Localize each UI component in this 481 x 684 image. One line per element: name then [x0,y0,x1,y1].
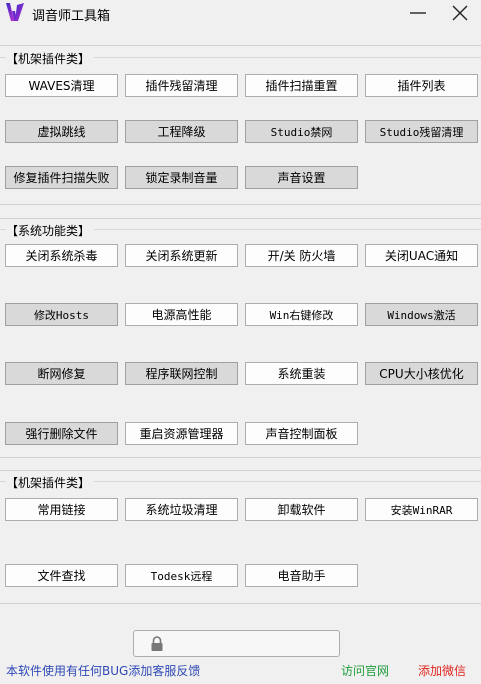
lock-icon [151,636,163,651]
edit-hosts-button[interactable]: 修改Hosts [5,303,118,326]
minimize-button[interactable] [398,0,438,26]
edm-assistant-button[interactable]: 电音助手 [245,564,358,587]
waves-clean-button[interactable]: WAVES清理 [5,74,118,97]
restart-explorer-button[interactable]: 重启资源管理器 [125,422,238,445]
virtual-patch-button[interactable]: 虚拟跳线 [5,120,118,143]
plugin-residue-clean-button[interactable]: 插件残留清理 [125,74,238,97]
file-search-button[interactable]: 文件查找 [5,564,118,587]
group-title-misc: 【机架插件类】 [6,474,95,491]
close-button[interactable] [440,0,480,26]
common-links-button[interactable]: 常用链接 [5,498,118,521]
app-logo-icon [6,3,24,21]
power-high-performance-button[interactable]: 电源高性能 [125,303,238,326]
studio-block-network-button[interactable]: Studio禁网 [245,120,358,143]
system-reinstall-button[interactable]: 系统重装 [245,362,358,385]
title-bar: 调音师工具箱 [0,0,481,28]
cpu-core-optimize-button[interactable]: CPU大小核优化 [365,362,478,385]
group-title-rack-plugins: 【机架插件类】 [6,50,95,67]
todesk-remote-button[interactable]: Todesk远程 [125,564,238,587]
lock-record-volume-button[interactable]: 锁定录制音量 [125,166,238,189]
windows-activate-button[interactable]: Windows激活 [365,303,478,326]
studio-residue-clean-button[interactable]: Studio残留清理 [365,120,478,143]
network-repair-button[interactable]: 断网修复 [5,362,118,385]
toggle-firewall-button[interactable]: 开/关 防火墙 [245,244,358,267]
feedback-link[interactable]: 本软件使用有任何BUG添加客服反馈 [6,662,200,679]
disable-system-update-button[interactable]: 关闭系统更新 [125,244,238,267]
plugin-list-button[interactable]: 插件列表 [365,74,478,97]
sound-settings-button[interactable]: 声音设置 [245,166,358,189]
force-delete-file-button[interactable]: 强行删除文件 [5,422,118,445]
window-title: 调音师工具箱 [32,9,111,24]
system-junk-clean-button[interactable]: 系统垃圾清理 [125,498,238,521]
sound-control-panel-button[interactable]: 声音控制面板 [245,422,358,445]
minimize-icon [410,12,426,14]
add-wechat-link[interactable]: 添加微信 [418,662,466,679]
close-icon [452,5,468,21]
app-window: 调音师工具箱 【机架插件类】 WAVES清理 插件残留清理 插件扫描重置 插件列… [0,0,481,684]
visit-website-link[interactable]: 访问官网 [341,662,389,679]
disable-uac-button[interactable]: 关闭UAC通知 [365,244,478,267]
fix-plugin-scan-button[interactable]: 修复插件扫描失败 [5,166,118,189]
uninstall-software-button[interactable]: 卸载软件 [245,498,358,521]
app-network-control-button[interactable]: 程序联网控制 [125,362,238,385]
group-title-system-functions: 【系统功能类】 [6,222,95,239]
project-downgrade-button[interactable]: 工程降级 [125,120,238,143]
install-winrar-button[interactable]: 安装WinRAR [365,498,478,521]
disable-antivirus-button[interactable]: 关闭系统杀毒 [5,244,118,267]
lock-field[interactable] [133,630,340,657]
win-context-menu-button[interactable]: Win右键修改 [245,303,358,326]
plugin-scan-reset-button[interactable]: 插件扫描重置 [245,74,358,97]
